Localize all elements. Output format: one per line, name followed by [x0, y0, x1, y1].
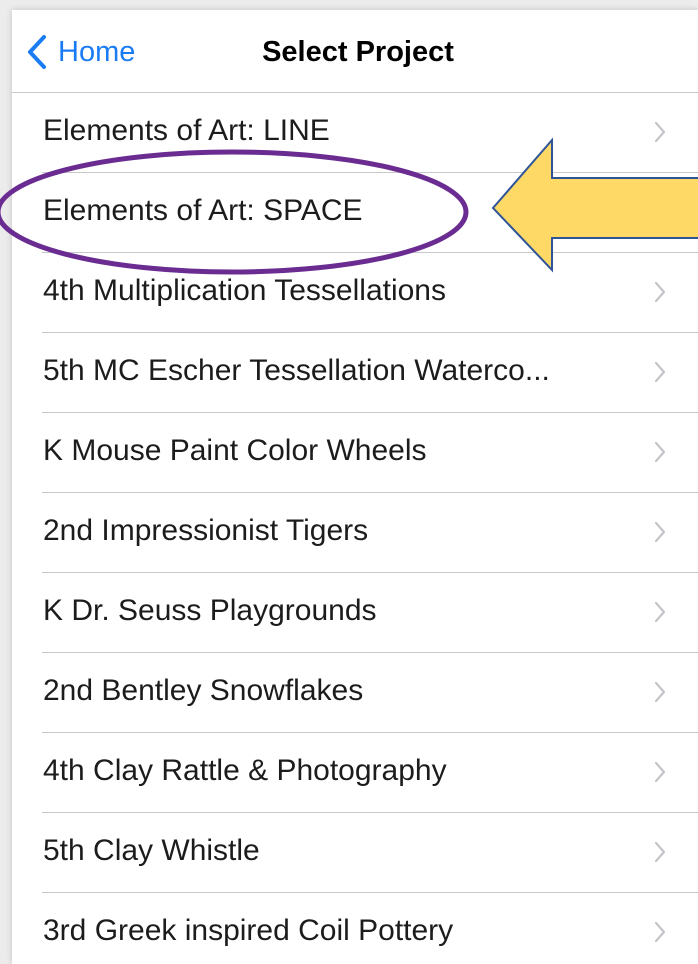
- chevron-right-icon: [654, 121, 666, 143]
- project-row[interactable]: 3rd Greek inspired Coil Pottery: [12, 893, 698, 964]
- project-label: K Mouse Paint Color Wheels: [43, 434, 427, 467]
- project-row[interactable]: 2nd Bentley Snowflakes: [12, 653, 698, 733]
- project-label: 2nd Impressionist Tigers: [43, 514, 369, 547]
- chevron-right-icon: [654, 201, 666, 223]
- project-label: 5th Clay Whistle: [43, 834, 260, 867]
- project-list: Elements of Art: LINE Elements of Art: S…: [12, 93, 698, 964]
- chevron-right-icon: [654, 441, 666, 463]
- page-title: Select Project: [262, 36, 454, 68]
- project-row[interactable]: 4th Clay Rattle & Photography: [12, 733, 698, 813]
- project-label: 4th Multiplication Tessellations: [43, 274, 446, 307]
- project-label: 4th Clay Rattle & Photography: [43, 754, 447, 787]
- project-row[interactable]: Elements of Art: LINE: [12, 93, 698, 173]
- chevron-right-icon: [654, 841, 666, 863]
- chevron-right-icon: [654, 761, 666, 783]
- project-label: 5th MC Escher Tessellation Waterco...: [43, 354, 550, 387]
- project-label: K Dr. Seuss Playgrounds: [43, 594, 377, 627]
- project-row[interactable]: 2nd Impressionist Tigers: [12, 493, 698, 573]
- project-label: 3rd Greek inspired Coil Pottery: [43, 914, 454, 947]
- project-row[interactable]: 5th MC Escher Tessellation Waterco...: [12, 333, 698, 413]
- project-label: Elements of Art: LINE: [43, 114, 330, 147]
- project-label: Elements of Art: SPACE: [43, 194, 363, 227]
- chevron-right-icon: [654, 361, 666, 383]
- chevron-right-icon: [654, 601, 666, 623]
- project-row[interactable]: 4th Multiplication Tessellations: [12, 253, 698, 333]
- project-row[interactable]: 5th Clay Whistle: [12, 813, 698, 893]
- navigation-bar: Home Select Project: [12, 10, 698, 93]
- chevron-right-icon: [654, 521, 666, 543]
- chevron-right-icon: [654, 281, 666, 303]
- project-row[interactable]: K Mouse Paint Color Wheels: [12, 413, 698, 493]
- chevron-right-icon: [654, 681, 666, 703]
- app-screen: Home Select Project Elements of Art: LIN…: [12, 10, 698, 964]
- project-row[interactable]: K Dr. Seuss Playgrounds: [12, 573, 698, 653]
- project-row[interactable]: Elements of Art: SPACE: [12, 173, 698, 253]
- project-label: 2nd Bentley Snowflakes: [43, 674, 364, 707]
- chevron-right-icon: [654, 921, 666, 943]
